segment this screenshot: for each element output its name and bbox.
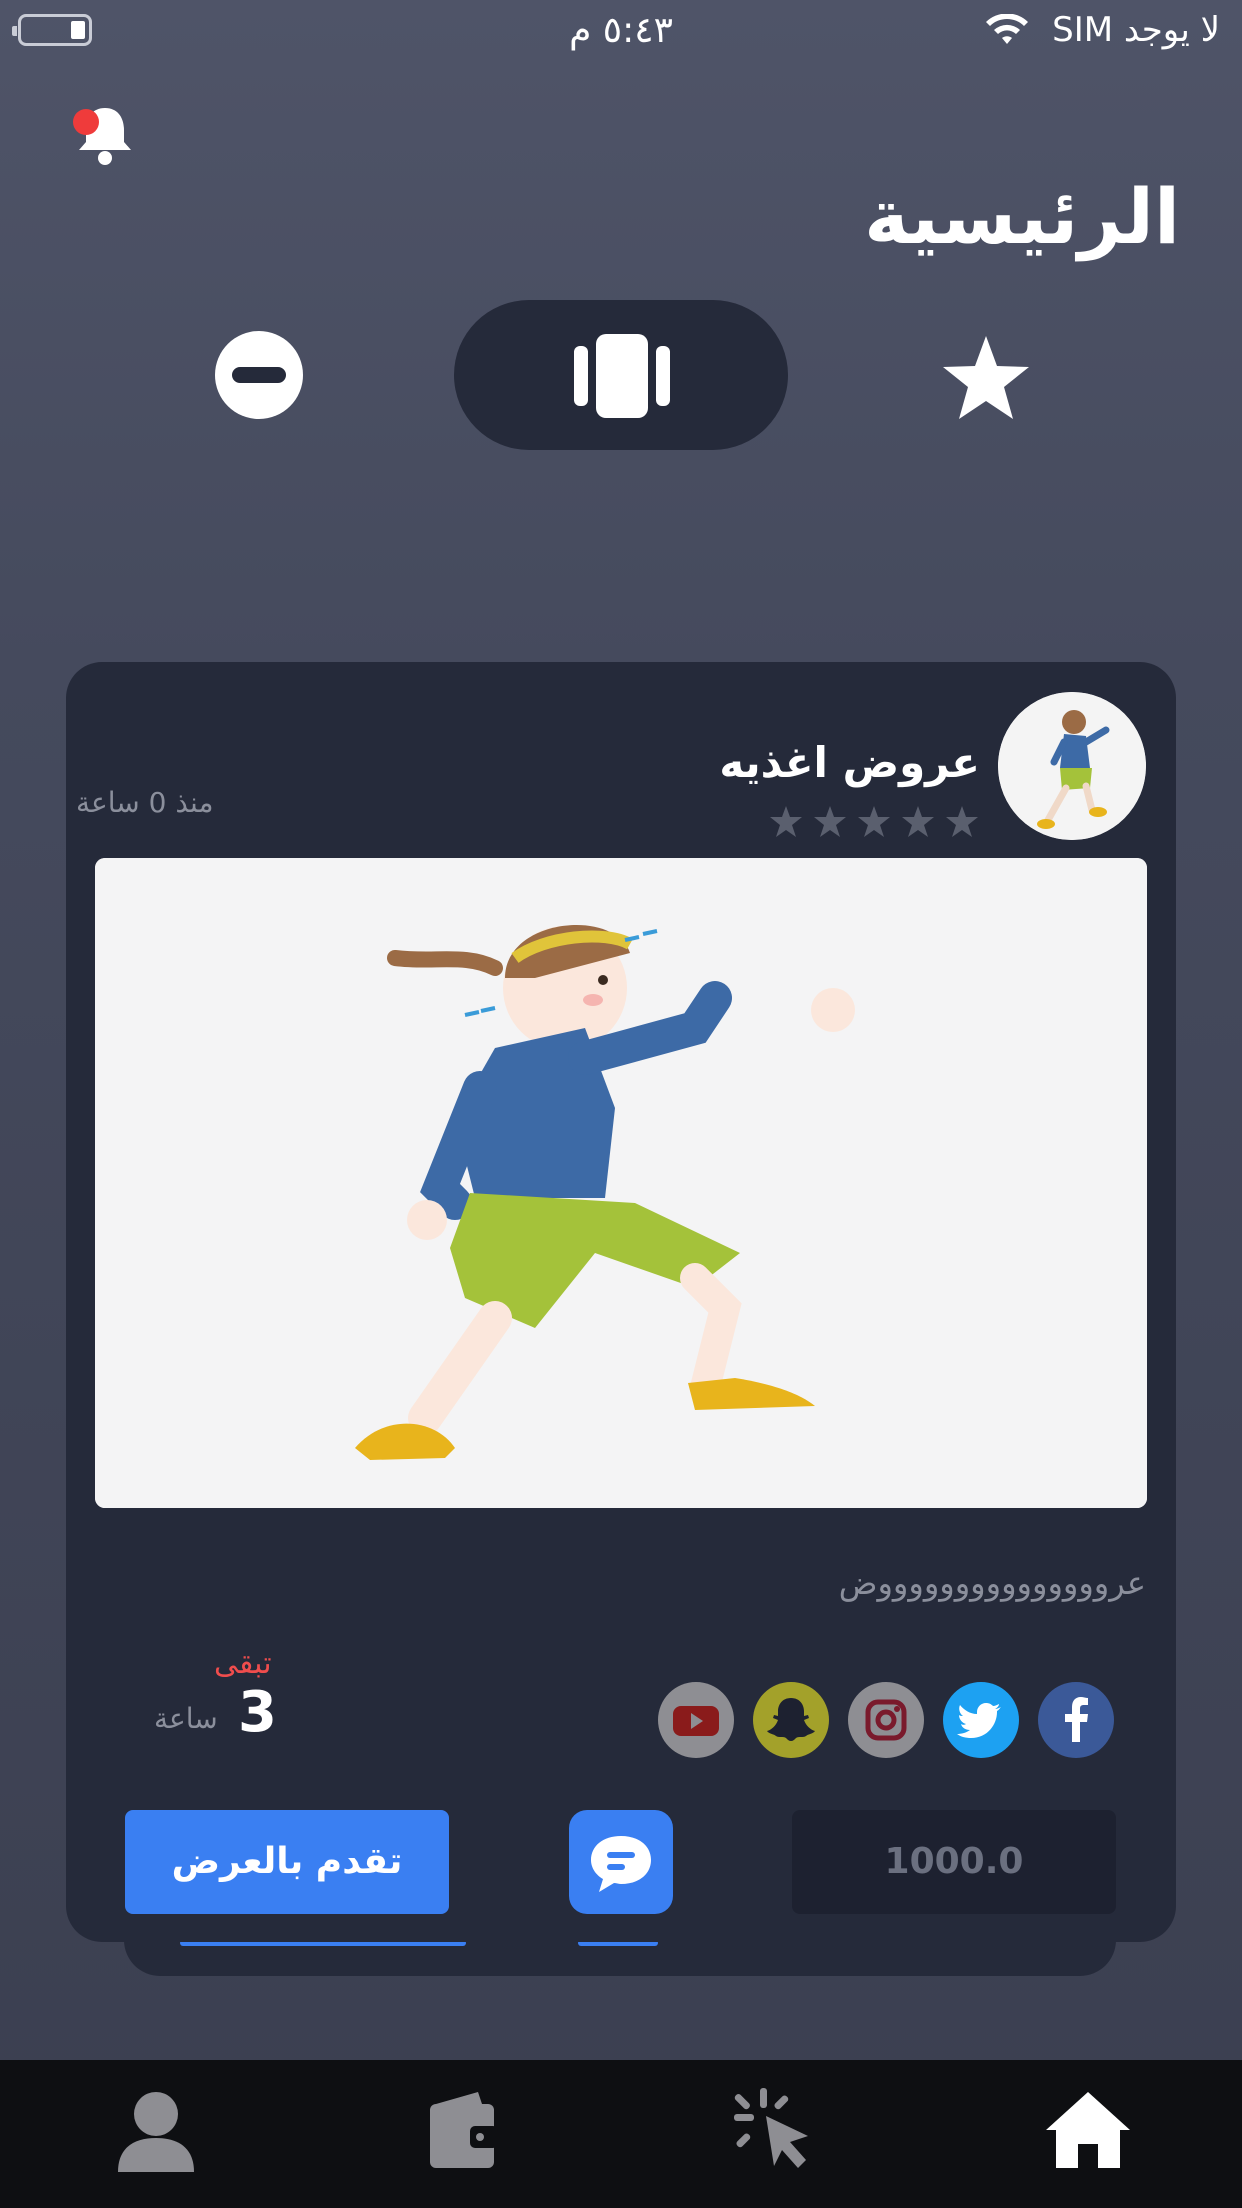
chat-button[interactable] <box>569 1810 673 1914</box>
snapchat-icon[interactable] <box>753 1682 829 1758</box>
star-rating-icon <box>814 806 846 837</box>
home-icon <box>1046 2092 1130 2168</box>
star-icon[interactable] <box>938 330 1034 426</box>
facebook-icon[interactable] <box>1038 1682 1114 1758</box>
rating-stars <box>768 804 980 840</box>
offer-card[interactable]: عروض اغذيه منذ 0 ساعة عروووووووووووووووض… <box>66 662 1176 1942</box>
remaining-unit: ساعة <box>154 1702 218 1735</box>
offer-title: عروض اغذيه <box>719 738 980 787</box>
wifi-icon <box>986 14 1028 44</box>
avatar[interactable] <box>998 692 1146 840</box>
remaining-value: 3 <box>238 1680 277 1745</box>
instagram-icon[interactable] <box>848 1682 924 1758</box>
tab-wallet[interactable] <box>414 2080 514 2180</box>
remaining-label: تبقى <box>214 1646 272 1681</box>
notification-bell-icon[interactable] <box>70 100 140 170</box>
star-rating-icon <box>946 806 978 837</box>
apply-offer-button[interactable]: تقدم بالعرض <box>125 1810 449 1914</box>
cursor-click-icon <box>734 2088 808 2168</box>
page-title: الرئيسية <box>864 172 1180 261</box>
tab-profile[interactable] <box>106 2080 206 2180</box>
tab-bar <box>0 2060 1242 2208</box>
star-rating-icon <box>858 806 890 837</box>
profile-icon <box>118 2092 194 2172</box>
price-field[interactable]: 1000.0 <box>792 1810 1116 1914</box>
offer-image[interactable] <box>95 858 1147 1508</box>
tab-home[interactable] <box>1038 2080 1138 2180</box>
cards-icon[interactable] <box>574 334 670 418</box>
minus-icon[interactable] <box>214 330 304 420</box>
status-bar: ٥:٤٣ م لا يوجد SIM <box>0 0 1242 62</box>
star-rating-icon <box>770 806 802 837</box>
star-rating-icon <box>902 806 934 837</box>
tab-clicks[interactable] <box>726 2080 826 2180</box>
youtube-icon[interactable] <box>658 1682 734 1758</box>
twitter-icon[interactable] <box>943 1682 1019 1758</box>
chat-bubble-icon <box>591 1836 651 1892</box>
carrier-label: لا يوجد SIM <box>1052 10 1220 50</box>
time-ago: منذ 0 ساعة <box>76 786 214 819</box>
offer-description: عروووووووووووووووض <box>838 1564 1146 1602</box>
wallet-icon <box>430 2092 498 2168</box>
